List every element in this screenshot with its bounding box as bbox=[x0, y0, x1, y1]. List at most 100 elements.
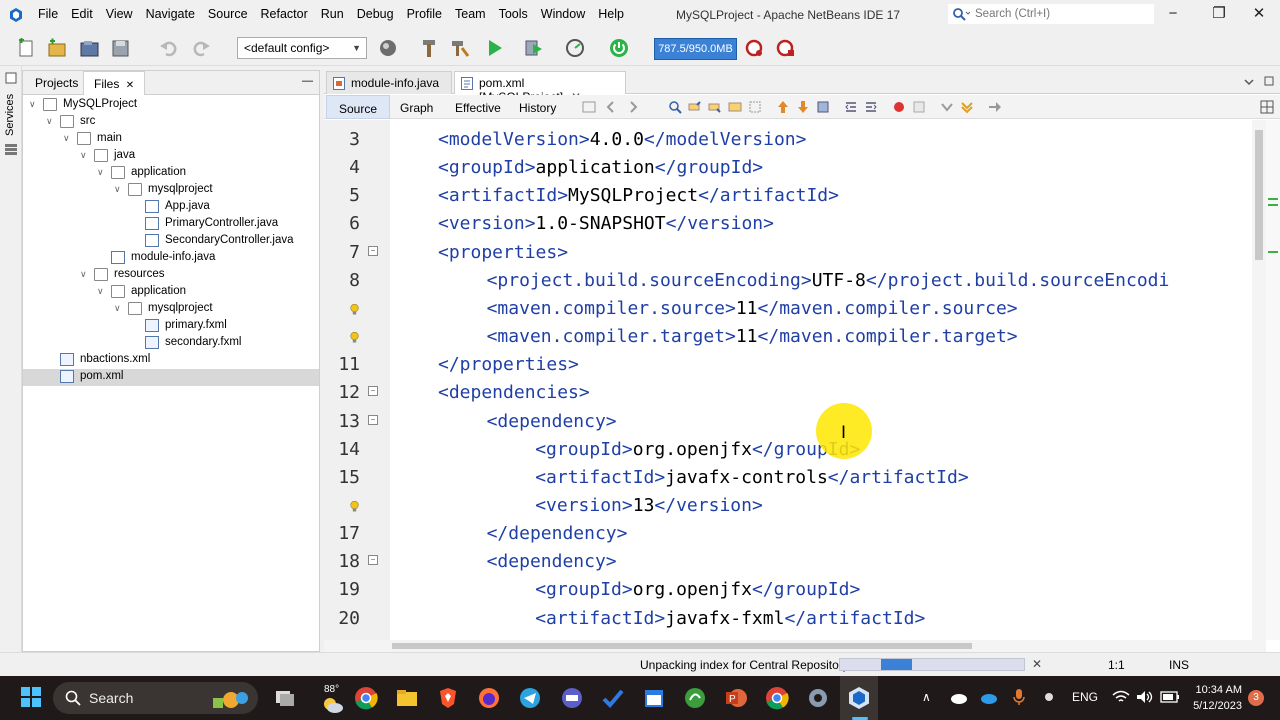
scroll-thumb[interactable] bbox=[1255, 130, 1263, 260]
find-previous-icon[interactable] bbox=[688, 100, 702, 114]
menu-profile[interactable]: Profile bbox=[407, 7, 451, 21]
menu-refactor[interactable]: Refactor bbox=[261, 7, 317, 21]
menu-view[interactable]: View bbox=[106, 7, 142, 21]
menu-edit[interactable]: Edit bbox=[71, 7, 102, 21]
split-editor-icon[interactable] bbox=[1260, 100, 1274, 114]
menu-team[interactable]: Team bbox=[455, 7, 495, 21]
tab-module-info[interactable]: module-info.java bbox=[326, 71, 452, 94]
tab-files[interactable]: Files ✕ bbox=[83, 71, 146, 95]
find-selection-icon[interactable] bbox=[728, 100, 742, 114]
fold-toggle-icon[interactable]: − bbox=[368, 414, 378, 425]
chevron-down-icon[interactable] bbox=[1244, 77, 1254, 87]
start-macro-recording-icon[interactable] bbox=[892, 100, 906, 114]
stop-macro-recording-icon[interactable] bbox=[912, 100, 926, 114]
menu-tools[interactable]: Tools bbox=[499, 7, 537, 21]
minimize-button[interactable]: − bbox=[1158, 4, 1188, 24]
view-source-tab[interactable]: Source bbox=[326, 95, 391, 119]
redo-icon[interactable] bbox=[190, 38, 212, 58]
tree-item[interactable]: ∨ mysqlproject bbox=[23, 301, 319, 318]
debug-project-icon[interactable] bbox=[523, 38, 545, 58]
last-edit-icon[interactable] bbox=[582, 100, 596, 114]
window-icon[interactable] bbox=[5, 72, 17, 84]
tree-item[interactable]: pom.xml bbox=[23, 369, 319, 386]
tree-item[interactable]: ∨ resources bbox=[23, 267, 319, 284]
wifi-icon[interactable] bbox=[1112, 690, 1130, 704]
shift-right-icon[interactable] bbox=[864, 100, 878, 114]
tree-item[interactable]: ∨ main bbox=[23, 131, 319, 148]
brave-icon[interactable] bbox=[436, 686, 460, 710]
view-graph-tab[interactable]: Graph bbox=[388, 95, 445, 119]
volume-icon[interactable] bbox=[1136, 690, 1154, 704]
previous-bookmark-icon[interactable] bbox=[776, 100, 790, 114]
run-project-icon[interactable] bbox=[484, 38, 506, 58]
windows-start-icon[interactable] bbox=[20, 686, 42, 708]
twisty-icon[interactable]: ∨ bbox=[63, 133, 73, 144]
minimize-panel-button[interactable]: — bbox=[302, 75, 313, 87]
code-editor[interactable]: <modelVersion>4.0.0</modelVersion> <group… bbox=[390, 120, 1252, 640]
tab-projects[interactable]: Projects bbox=[25, 71, 88, 95]
profiler-snapshot-icon[interactable] bbox=[775, 38, 797, 58]
toggle-highlight-icon[interactable] bbox=[748, 100, 762, 114]
onedrive-icon[interactable] bbox=[950, 690, 968, 704]
bluetooth-dot-icon[interactable] bbox=[1042, 690, 1056, 704]
calendar-icon[interactable] bbox=[642, 686, 666, 710]
quick-search-input[interactable]: Search (Ctrl+I) bbox=[948, 4, 1154, 24]
tree-item[interactable]: ∨ mysqlproject bbox=[23, 182, 319, 199]
telegram-icon[interactable] bbox=[518, 686, 542, 710]
tree-item[interactable]: secondary.fxml bbox=[23, 335, 319, 352]
taskbar-search[interactable]: Search bbox=[53, 682, 258, 714]
twisty-icon[interactable]: ∨ bbox=[46, 116, 56, 127]
run-xsl-icon[interactable] bbox=[988, 100, 1002, 114]
configuration-select[interactable]: <default config> ▼ bbox=[237, 37, 367, 59]
cancel-task-button[interactable]: ✕ bbox=[1032, 657, 1042, 671]
tree-item[interactable]: ∨ MySQLProject bbox=[23, 97, 319, 114]
power-icon[interactable] bbox=[608, 38, 630, 58]
new-file-icon[interactable] bbox=[16, 38, 38, 58]
onedrive-blue-icon[interactable] bbox=[980, 690, 998, 704]
chrome-profile-icon[interactable] bbox=[765, 686, 789, 710]
twisty-icon[interactable]: ∨ bbox=[97, 167, 107, 178]
todo-icon[interactable] bbox=[601, 686, 625, 710]
build-hammer-icon[interactable] bbox=[418, 38, 440, 58]
fold-toggle-icon[interactable]: − bbox=[368, 555, 378, 566]
tree-item[interactable]: ∨ src bbox=[23, 114, 319, 131]
services-tab[interactable]: Services bbox=[4, 94, 16, 136]
globe-icon[interactable] bbox=[377, 38, 399, 58]
twisty-icon[interactable]: ∨ bbox=[114, 184, 124, 195]
check-xml-icon[interactable] bbox=[940, 100, 954, 114]
file-explorer-icon[interactable] bbox=[395, 686, 419, 710]
view-effective-tab[interactable]: Effective bbox=[443, 95, 513, 119]
open-project-icon[interactable] bbox=[79, 38, 101, 58]
tree-item[interactable]: module-info.java bbox=[23, 250, 319, 267]
app-icon[interactable] bbox=[560, 686, 584, 710]
menu-window[interactable]: Window bbox=[541, 7, 594, 21]
next-bookmark-icon[interactable] bbox=[796, 100, 810, 114]
gc-icon[interactable] bbox=[744, 38, 766, 58]
forward-icon[interactable] bbox=[626, 100, 640, 114]
tree-item[interactable]: ∨ application bbox=[23, 284, 319, 301]
menu-file[interactable]: File bbox=[38, 7, 67, 21]
tree-item[interactable]: ∨ application bbox=[23, 165, 319, 182]
menu-source[interactable]: Source bbox=[208, 7, 257, 21]
new-project-icon[interactable] bbox=[46, 38, 68, 58]
twisty-icon[interactable]: ∨ bbox=[80, 150, 90, 161]
tree-item[interactable]: nbactions.xml bbox=[23, 352, 319, 369]
twisty-icon[interactable]: ∨ bbox=[80, 269, 90, 280]
vertical-scrollbar[interactable] bbox=[1252, 120, 1266, 640]
menu-run[interactable]: Run bbox=[321, 7, 353, 21]
task-view-icon[interactable] bbox=[273, 686, 297, 710]
profile-project-icon[interactable] bbox=[565, 38, 587, 58]
show-hidden-icons-button[interactable]: ∧ bbox=[922, 690, 931, 704]
tree-item[interactable]: primary.fxml bbox=[23, 318, 319, 335]
tree-item[interactable]: App.java bbox=[23, 199, 319, 216]
maximize-editor-icon[interactable] bbox=[1264, 76, 1274, 86]
menu-help[interactable]: Help bbox=[598, 7, 633, 21]
powerpoint-icon[interactable]: P bbox=[724, 686, 748, 710]
memory-usage-bar[interactable]: 787.5/950.0MB bbox=[654, 38, 737, 60]
tree-item[interactable]: PrimaryController.java bbox=[23, 216, 319, 233]
save-all-icon[interactable] bbox=[110, 38, 132, 58]
taskbar-clock[interactable]: 10:34 AM 5/12/2023 bbox=[1186, 682, 1242, 714]
close-icon[interactable]: ✕ bbox=[126, 80, 134, 91]
find-icon[interactable] bbox=[668, 100, 682, 114]
chrome-icon[interactable] bbox=[354, 686, 378, 710]
